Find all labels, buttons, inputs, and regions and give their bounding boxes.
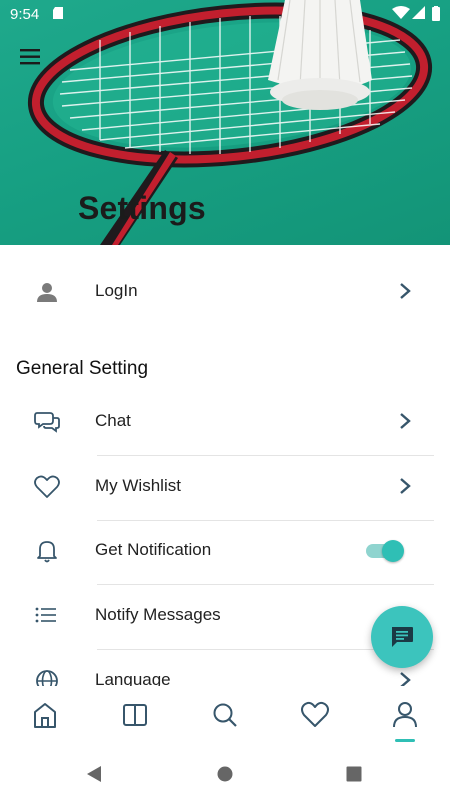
login-item[interactable]: LogIn [0,259,450,323]
status-time: 9:54 [10,6,40,23]
page-title: Settings [78,190,206,226]
bell-icon [37,541,57,563]
chat-label: Chat [95,411,131,430]
notification-label: Get Notification [95,540,212,559]
back-icon[interactable] [86,765,102,783]
header-banner: 9:54 Settings [0,0,450,245]
notify-messages-label: Notify Messages [95,605,221,624]
badminton-racket-image [27,0,433,245]
recents-icon[interactable] [346,766,362,782]
toggle-knob [382,540,404,562]
battery-icon [432,6,440,21]
section-title: General Setting [16,358,149,379]
chevron-right-icon [400,413,411,429]
message-icon [392,627,413,647]
sd-card-icon [53,7,63,19]
heart-icon [34,475,60,498]
wishlist-label: My Wishlist [95,476,181,495]
system-navigation-bar [0,748,450,800]
chat-bubbles-icon [34,412,60,433]
list-icon [35,607,56,623]
login-label: LogIn [95,281,138,300]
wifi-icon [392,6,410,19]
heart-icon[interactable] [300,700,330,730]
active-tab-indicator [395,739,415,742]
book-icon[interactable] [120,700,150,730]
signal-icon [412,6,425,19]
chat-fab-button[interactable] [371,606,433,668]
chevron-right-icon [400,478,411,494]
search-icon[interactable] [210,700,240,730]
person-icon [37,283,57,302]
status-bar: 9:54 [0,0,450,28]
home-icon[interactable] [30,700,60,730]
settings-item-chat[interactable]: Chat [0,389,450,453]
chevron-right-icon [400,283,411,299]
user-icon[interactable] [390,700,420,730]
notification-toggle[interactable] [364,539,408,563]
bottom-navigation [0,686,450,748]
home-circle-icon[interactable] [217,766,233,782]
menu-icon[interactable] [18,45,44,69]
settings-item-wishlist[interactable]: My Wishlist [0,454,450,518]
